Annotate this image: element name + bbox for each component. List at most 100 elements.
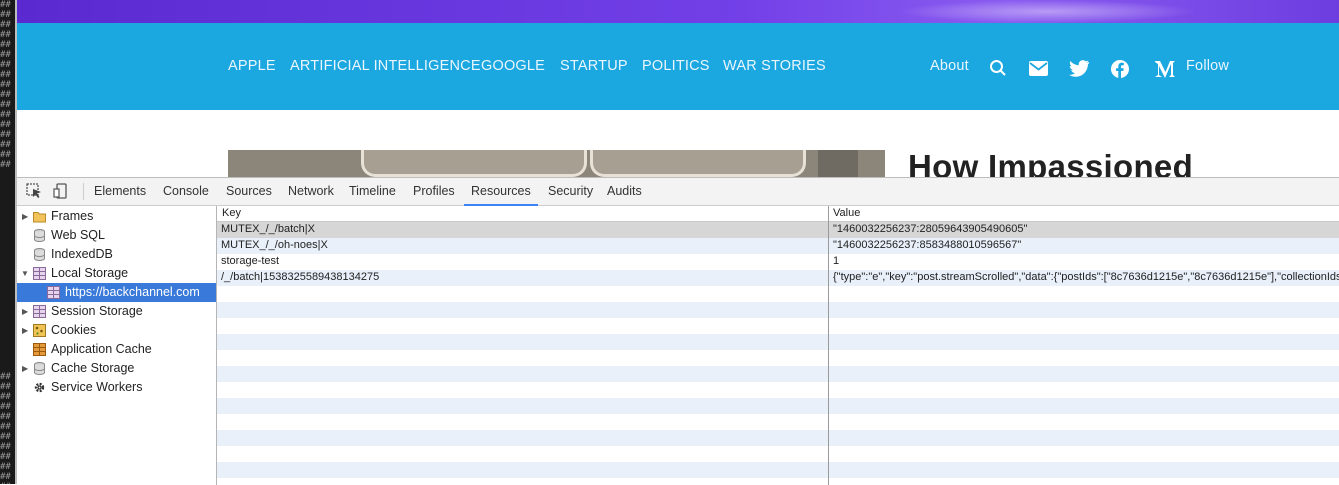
nav-follow-button[interactable]: Follow <box>1186 58 1229 74</box>
gutter-mark: ## <box>0 60 11 70</box>
tree-item-label: Session Storage <box>51 304 143 318</box>
nav-item-apple[interactable]: APPLE <box>228 58 276 74</box>
empty-table-row <box>217 286 1339 302</box>
hero-image <box>228 150 885 177</box>
gutter-mark: ## <box>0 110 11 120</box>
nav-about-link[interactable]: About <box>930 58 969 74</box>
value-cell[interactable]: {"type":"e","key":"post.streamScrolled",… <box>833 271 1339 283</box>
key-cell[interactable]: MUTEX_/_/oh-noes|X <box>221 239 328 251</box>
site-nav-bar: APPLE ARTIFICIAL INTELLIGENCE GOOGLE STA… <box>17 23 1339 110</box>
tree-item-label: Application Cache <box>51 342 152 356</box>
medium-icon[interactable] <box>1155 60 1175 78</box>
table-row[interactable]: /_/batch|1538325589438134275 {"type":"e",… <box>217 270 1339 286</box>
devtools-tab-sources[interactable]: Sources <box>226 178 272 205</box>
value-cell[interactable]: "1460032256237:8583488010596567" <box>833 239 1021 251</box>
terminal-gutter: ## ## ## ## ## ## ## ## ## ## ## ## ## ## ## ## ## ## ## ##… <box>0 0 15 484</box>
tree-item-https-backchannel-com[interactable]: https://backchannel.com <box>17 283 216 302</box>
twitter-icon[interactable] <box>1069 60 1089 77</box>
tree-item-cache-storage[interactable]: ▶ Cache Storage <box>17 359 216 378</box>
column-header-value[interactable]: Value <box>833 207 860 219</box>
gutter-mark: ## <box>0 472 11 482</box>
gutter-mark: ## <box>0 50 11 60</box>
value-cell[interactable]: "1460032256237:28059643905490605" <box>833 223 1027 235</box>
expand-arrow-icon[interactable]: ▶ <box>22 326 28 335</box>
gutter-mark: ## <box>0 40 11 50</box>
gutter-mark: ## <box>0 372 11 382</box>
nav-item-war-stories[interactable]: WAR STORIES <box>723 58 826 74</box>
empty-table-row <box>217 414 1339 430</box>
gutter-mark: ## <box>0 462 11 472</box>
gutter-mark: ## <box>0 30 11 40</box>
gutter-mark: ## <box>0 160 11 170</box>
devtools-tab-timeline[interactable]: Timeline <box>349 178 396 205</box>
gutter-mark: ## <box>0 0 11 10</box>
nav-item-startup[interactable]: STARTUP <box>560 58 628 74</box>
inspect-element-icon[interactable] <box>26 183 42 199</box>
expand-arrow-icon[interactable]: ▶ <box>22 212 28 221</box>
gutter-mark: ## <box>0 382 11 392</box>
devtools-tab-security[interactable]: Security <box>548 178 593 205</box>
purple-banner <box>17 0 1339 23</box>
collapse-arrow-icon[interactable]: ▼ <box>21 269 29 278</box>
tree-item-label: Service Workers <box>51 380 143 394</box>
tree-item-service-workers[interactable]: Service Workers <box>17 378 216 397</box>
devtools-tab-profiles[interactable]: Profiles <box>413 178 455 205</box>
empty-table-row <box>217 382 1339 398</box>
tree-item-label: Web SQL <box>51 228 105 242</box>
column-divider[interactable] <box>828 206 829 485</box>
tree-item-frames[interactable]: ▶ Frames <box>17 207 216 226</box>
gutter-mark: ## <box>0 402 11 412</box>
devtools-tab-network[interactable]: Network <box>288 178 334 205</box>
empty-table-row <box>217 462 1339 478</box>
tree-item-local-storage[interactable]: ▼ Local Storage <box>17 264 216 283</box>
gutter-mark: ## <box>0 432 11 442</box>
table-row[interactable]: MUTEX_/_/batch|X "1460032256237:280596439… <box>217 222 1339 238</box>
gutter-mark: ## <box>0 442 11 452</box>
facebook-icon[interactable] <box>1111 60 1129 78</box>
gutter-mark: ## <box>0 150 11 160</box>
empty-table-row <box>217 334 1339 350</box>
mail-icon[interactable] <box>1029 61 1048 76</box>
table-row[interactable]: MUTEX_/_/oh-noes|X "1460032256237:8583488… <box>217 238 1339 254</box>
devtools-tab-console[interactable]: Console <box>163 178 209 205</box>
key-cell[interactable]: MUTEX_/_/batch|X <box>221 223 315 235</box>
nav-item-ai[interactable]: ARTIFICIAL INTELLIGENCE <box>290 58 481 74</box>
nav-item-google[interactable]: GOOGLE <box>481 58 545 74</box>
devtools-tab-resources[interactable]: Resources <box>464 178 538 206</box>
grid-header: Key Value <box>217 206 1339 222</box>
tree-item-application-cache[interactable]: Application Cache <box>17 340 216 359</box>
tree-item-indexeddb[interactable]: IndexedDB <box>17 245 216 264</box>
empty-table-row <box>217 366 1339 382</box>
tree-item-session-storage[interactable]: ▶ Session Storage <box>17 302 216 321</box>
column-header-key[interactable]: Key <box>222 207 241 219</box>
gutter-mark: ## <box>0 140 11 150</box>
tree-item-label: Local Storage <box>51 266 129 280</box>
tree-item-cookies[interactable]: ▶ Cookies <box>17 321 216 340</box>
table-row[interactable]: storage-test 1 <box>217 254 1339 270</box>
gutter-mark: ## <box>0 130 11 140</box>
article-headline[interactable]: How Impassioned <box>908 148 1193 177</box>
value-cell[interactable]: 1 <box>833 255 839 267</box>
gutter-mark: ## <box>0 120 11 130</box>
device-mode-icon[interactable] <box>53 183 69 199</box>
expand-arrow-icon[interactable]: ▶ <box>22 364 28 373</box>
devtools-panel: Elements Console Sources Network Timeline Pro… <box>17 177 1339 485</box>
tree-item-web-sql[interactable]: Web SQL <box>17 226 216 245</box>
key-cell[interactable]: storage-test <box>221 255 279 267</box>
devtools-tab-audits[interactable]: Audits <box>607 178 642 205</box>
toolbar-divider <box>83 183 84 200</box>
expand-arrow-icon[interactable]: ▶ <box>22 307 28 316</box>
nav-item-politics[interactable]: POLITICS <box>642 58 710 74</box>
empty-table-row <box>217 446 1339 462</box>
key-cell[interactable]: /_/batch|1538325589438134275 <box>221 271 379 283</box>
search-icon[interactable] <box>989 59 1007 77</box>
gutter-mark: ## <box>0 90 11 100</box>
gutter-mark: ## <box>0 10 11 20</box>
website-viewport: APPLE ARTIFICIAL INTELLIGENCE GOOGLE STA… <box>17 0 1339 177</box>
empty-table-row <box>217 318 1339 334</box>
devtools-tab-elements[interactable]: Elements <box>94 178 146 205</box>
resources-sidebar: ▶ Frames Web SQL IndexedDB ▼ Local Storage htt… <box>17 206 217 485</box>
tree-item-label: IndexedDB <box>51 247 113 261</box>
empty-table-row <box>217 350 1339 366</box>
gutter-mark: ## <box>0 70 11 80</box>
